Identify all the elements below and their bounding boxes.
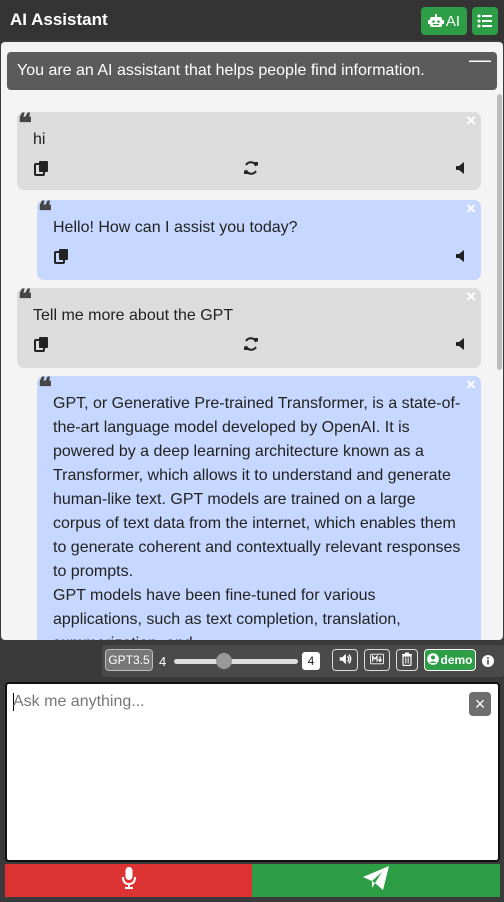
menu-button[interactable] (472, 7, 498, 35)
info-icon[interactable] (482, 654, 494, 667)
title-bar: AI Assistant AI (0, 0, 504, 40)
speaker-icon[interactable] (453, 336, 469, 352)
context-value-badge: 4 (302, 652, 320, 670)
context-slider-thumb[interactable] (215, 653, 232, 669)
copy-icon[interactable] (34, 336, 50, 352)
close-icon[interactable]: × (466, 112, 476, 129)
message-user: ❝ × hi (17, 109, 481, 190)
microphone-button[interactable] (5, 864, 252, 897)
quote-icon: ❝ (38, 373, 52, 403)
delete-button[interactable] (396, 649, 418, 671)
copy-icon[interactable] (54, 248, 70, 264)
markdown-icon (370, 653, 384, 668)
message-user: ❝ × Tell me more about the GPT (17, 285, 481, 368)
quote-icon: ❝ (18, 285, 32, 315)
close-icon[interactable]: × (466, 200, 476, 217)
send-button[interactable] (252, 864, 500, 897)
robot-icon (427, 13, 444, 29)
app-title: AI Assistant (10, 10, 108, 29)
quote-icon: ❝ (18, 109, 32, 139)
list-icon (477, 13, 493, 29)
conversation-panel[interactable]: You are an AI assistant that helps peopl… (1, 42, 503, 640)
message-text: Tell me more about the GPT (33, 307, 234, 324)
message-text: hi (33, 131, 46, 148)
control-bar: GPT3.5 4 4 demo (102, 645, 504, 677)
message-text: GPT, or Generative Pre-trained Transform… (53, 395, 461, 640)
volume-button[interactable] (332, 649, 358, 671)
message-assistant: ❝ × Hello! How can I assist you today? (37, 197, 481, 280)
send-icon (363, 866, 389, 895)
model-label: GPT3.5 (108, 653, 150, 667)
refresh-icon[interactable] (243, 160, 259, 176)
minus-icon[interactable]: — (469, 49, 491, 71)
context-min-label: 4 (159, 654, 167, 669)
copy-icon[interactable] (34, 160, 50, 176)
system-prompt[interactable]: You are an AI assistant that helps peopl… (7, 49, 497, 90)
speaker-icon[interactable] (453, 248, 469, 264)
system-prompt-text: You are an AI assistant that helps peopl… (17, 62, 425, 79)
microphone-icon (121, 867, 136, 894)
scrollbar[interactable] (497, 94, 502, 370)
quote-icon: ❝ (38, 197, 52, 227)
markdown-button[interactable] (364, 649, 390, 671)
context-value: 4 (307, 654, 315, 668)
close-icon[interactable]: × (466, 376, 476, 393)
ai-button-label: AI (445, 12, 461, 30)
speaker-icon[interactable] (453, 160, 469, 176)
message-text: Hello! How can I assist you today? (53, 219, 298, 236)
ai-mode-button[interactable]: AI (421, 7, 467, 35)
clear-input-button[interactable]: × (469, 692, 491, 716)
message-assistant: ❝ × GPT, or Generative Pre-trained Trans… (37, 373, 481, 640)
close-icon[interactable]: × (466, 288, 476, 305)
user-circle-icon (427, 652, 440, 668)
close-icon: × (474, 693, 486, 714)
message-input[interactable]: Ask me anything... × (5, 682, 500, 862)
user-button[interactable]: demo (424, 649, 476, 671)
model-select-button[interactable]: GPT3.5 (105, 649, 153, 671)
context-slider[interactable] (174, 659, 298, 664)
volume-icon (338, 652, 352, 669)
user-label: demo (440, 653, 473, 667)
refresh-icon[interactable] (243, 336, 259, 352)
input-placeholder: Ask me anything... (13, 693, 145, 710)
trash-icon (401, 652, 413, 669)
